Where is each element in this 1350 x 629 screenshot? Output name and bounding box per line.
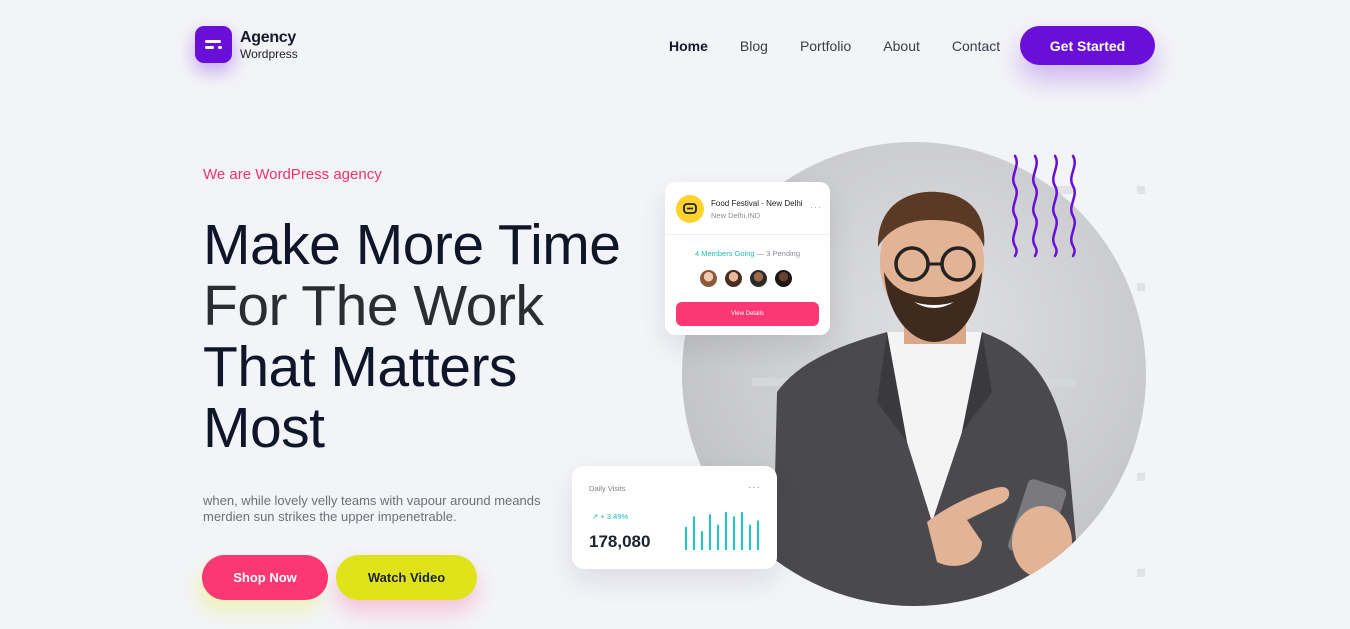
decor-waves-icon [1012, 154, 1076, 258]
hero-headline: Make More Time For The Work That Matters… [203, 215, 663, 459]
visit-bar [741, 512, 743, 550]
visit-bar [757, 520, 759, 550]
chat-bubble-icon [676, 195, 704, 223]
headline-line-3: That Matters [203, 335, 517, 399]
visit-bar [693, 516, 695, 550]
members-separator: — [756, 249, 765, 258]
main-nav: Home Blog Portfolio About Contact [669, 38, 1032, 54]
view-details-button[interactable]: View Details [676, 302, 819, 326]
visit-bar [685, 526, 687, 550]
visits-change-value: + 3.49% [600, 512, 629, 521]
get-started-button[interactable]: Get Started [1020, 26, 1155, 65]
headline-line-4: Most [203, 396, 325, 460]
avatar [773, 268, 794, 289]
visit-bar [733, 516, 735, 550]
avatar [748, 268, 769, 289]
nav-item-portfolio[interactable]: Portfolio [800, 38, 851, 54]
members-pending: 3 Pending [766, 249, 801, 258]
brand-logo[interactable]: Agency Wordpress [195, 26, 298, 63]
divider [665, 234, 830, 235]
visits-value: 178,080 [589, 532, 651, 551]
nav-item-home[interactable]: Home [669, 38, 708, 54]
event-card: Food Festival - New Delhi New Delhi,IND … [665, 182, 830, 335]
event-location: New Delhi,IND [711, 211, 761, 220]
hero-eyebrow: We are WordPress agency [203, 166, 382, 183]
avatar [698, 268, 719, 289]
visit-bar [701, 531, 703, 550]
event-title: Food Festival - New Delhi [711, 199, 803, 208]
nav-item-about[interactable]: About [883, 38, 920, 54]
logo-icon [195, 26, 232, 63]
daily-visits-card: Daily Visits ··· ↗ + 3.49% 178,080 [572, 466, 777, 569]
more-options-icon[interactable]: ··· [748, 482, 761, 493]
visit-bar [717, 524, 719, 550]
avatar [723, 268, 744, 289]
member-avatars [698, 268, 798, 289]
headline-line-2: For The Work [203, 274, 544, 338]
hero-description: when, while lovely velly teams with vapo… [203, 493, 541, 524]
more-options-icon[interactable]: ··· [810, 202, 822, 212]
trend-up-icon: ↗ [592, 512, 599, 521]
headline-line-1: Make More Time [203, 213, 621, 277]
nav-item-contact[interactable]: Contact [952, 38, 1000, 54]
shop-now-button[interactable]: Shop Now [202, 555, 328, 600]
members-going: 4 Members Going [694, 249, 755, 258]
watch-video-button[interactable]: Watch Video [336, 555, 477, 600]
visits-title: Daily Visits [589, 484, 626, 493]
visit-bar [749, 524, 751, 550]
visit-bar [709, 514, 711, 550]
visits-bar-chart [685, 512, 759, 550]
visit-bar [725, 512, 727, 550]
visits-change: ↗ + 3.49% [592, 512, 628, 521]
brand-title: Agency [240, 28, 296, 46]
event-members: 4 Members Going — 3 Pending [665, 249, 830, 258]
brand-subtitle: Wordpress [240, 46, 298, 61]
nav-item-blog[interactable]: Blog [740, 38, 768, 54]
